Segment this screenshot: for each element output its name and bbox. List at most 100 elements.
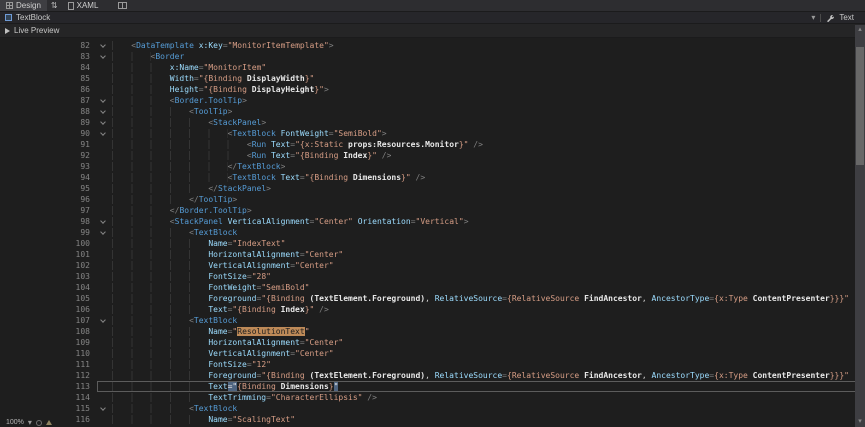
tab-xaml[interactable]: XAML xyxy=(62,0,105,11)
code-line[interactable]: 108 Name="ResolutionText" xyxy=(0,326,865,337)
document-health-icon[interactable] xyxy=(36,420,42,426)
code-line[interactable]: 109 HorizontalAlignment="Center" xyxy=(0,337,865,348)
line-body[interactable]: <ToolTip> xyxy=(97,106,865,117)
code-line[interactable]: 95 </StackPanel> xyxy=(0,183,865,194)
code-line[interactable]: 100 Name="IndexText" xyxy=(0,238,865,249)
line-number[interactable]: 113 xyxy=(0,381,97,392)
line-body[interactable]: </StackPanel> xyxy=(97,183,865,194)
split-view-button[interactable] xyxy=(114,0,131,11)
line-body[interactable]: HorizontalAlignment="Center" xyxy=(97,249,865,260)
line-body[interactable]: <Border.ToolTip> xyxy=(97,95,865,106)
chevron-down-icon[interactable]: ▾ xyxy=(811,14,815,22)
line-body[interactable]: <TextBlock xyxy=(97,227,865,238)
line-number[interactable]: 88 xyxy=(0,106,97,117)
line-number[interactable]: 109 xyxy=(0,337,97,348)
line-body[interactable]: <Run Text="{Binding Index}" /> xyxy=(97,150,865,161)
code-line[interactable]: 94 <TextBlock Text="{Binding Dimensions}… xyxy=(0,172,865,183)
live-preview-button[interactable]: Live Preview xyxy=(5,26,59,35)
code-line[interactable]: 106 Text="{Binding Index}" /> xyxy=(0,304,865,315)
line-number[interactable]: 101 xyxy=(0,249,97,260)
code-line[interactable]: 116 Name="ScalingText" xyxy=(0,414,865,425)
fold-collapse-icon[interactable] xyxy=(97,216,112,227)
line-body[interactable]: HorizontalAlignment="Center" xyxy=(97,337,865,348)
code-line[interactable]: 96 </ToolTip> xyxy=(0,194,865,205)
line-body[interactable]: FontWeight="SemiBold" xyxy=(97,282,865,293)
code-line[interactable]: 105 Foreground="{Binding (TextElement.Fo… xyxy=(0,293,865,304)
line-number[interactable]: 115 xyxy=(0,403,97,414)
code-line[interactable]: 112 Foreground="{Binding (TextElement.Fo… xyxy=(0,370,865,381)
line-number[interactable]: 85 xyxy=(0,73,97,84)
swap-panes-button[interactable]: ⇅ xyxy=(47,0,62,11)
scroll-up-icon[interactable]: ▴ xyxy=(855,25,865,35)
line-number[interactable]: 97 xyxy=(0,205,97,216)
line-body[interactable]: Name="IndexText" xyxy=(97,238,865,249)
fold-collapse-icon[interactable] xyxy=(97,95,112,106)
line-number[interactable]: 82 xyxy=(0,40,97,51)
code-line[interactable]: 98 <StackPanel VerticalAlignment="Center… xyxy=(0,216,865,227)
line-body[interactable]: VerticalAlignment="Center" xyxy=(97,348,865,359)
line-number[interactable]: 104 xyxy=(0,282,97,293)
vertical-scrollbar[interactable]: ▴ ▾ xyxy=(855,25,865,427)
line-body[interactable]: </TextBlock> xyxy=(97,161,865,172)
line-number[interactable]: 93 xyxy=(0,161,97,172)
line-body[interactable]: FontSize="28" xyxy=(97,271,865,282)
fold-collapse-icon[interactable] xyxy=(97,40,112,51)
line-number[interactable]: 112 xyxy=(0,370,97,381)
line-number[interactable]: 99 xyxy=(0,227,97,238)
line-body[interactable]: Height="{Binding DisplayHeight}"> xyxy=(97,84,865,95)
line-body[interactable]: <StackPanel> xyxy=(97,117,865,128)
line-body[interactable]: Name="ResolutionText" xyxy=(97,326,865,337)
code-line[interactable]: 110 VerticalAlignment="Center" xyxy=(0,348,865,359)
line-number[interactable]: 107 xyxy=(0,315,97,326)
code-line[interactable]: 87 <Border.ToolTip> xyxy=(0,95,865,106)
line-number[interactable]: 103 xyxy=(0,271,97,282)
code-line[interactable]: 101 HorizontalAlignment="Center" xyxy=(0,249,865,260)
line-body[interactable]: Name="ScalingText" xyxy=(97,414,865,425)
line-number[interactable]: 90 xyxy=(0,128,97,139)
line-body[interactable]: <Border xyxy=(97,51,865,62)
code-line[interactable]: 85 Width="{Binding DisplayWidth}" xyxy=(0,73,865,84)
line-number[interactable]: 92 xyxy=(0,150,97,161)
line-body[interactable]: TextTrimming="CharacterEllipsis" /> xyxy=(97,392,865,403)
fold-collapse-icon[interactable] xyxy=(97,117,112,128)
line-body[interactable]: Foreground="{Binding (TextElement.Foregr… xyxy=(97,370,865,381)
code-line[interactable]: 97 </Border.ToolTip> xyxy=(0,205,865,216)
code-line[interactable]: 102 VerticalAlignment="Center" xyxy=(0,260,865,271)
code-line[interactable]: 115 <TextBlock xyxy=(0,403,865,414)
line-body[interactable]: Text="{Binding Index}" /> xyxy=(97,304,865,315)
line-number[interactable]: 83 xyxy=(0,51,97,62)
fold-collapse-icon[interactable] xyxy=(97,106,112,117)
line-body[interactable]: x:Name="MonitorItem" xyxy=(97,62,865,73)
line-number[interactable]: 91 xyxy=(0,139,97,150)
line-number[interactable]: 100 xyxy=(0,238,97,249)
code-line[interactable]: 90 <TextBlock FontWeight="SemiBold"> xyxy=(0,128,865,139)
breadcrumb-property[interactable]: Text xyxy=(839,13,854,22)
scrollbar-thumb[interactable] xyxy=(856,47,864,165)
line-body[interactable]: Foreground="{Binding (TextElement.Foregr… xyxy=(97,293,865,304)
line-number[interactable]: 108 xyxy=(0,326,97,337)
code-line[interactable]: 107 <TextBlock xyxy=(0,315,865,326)
code-line[interactable]: 89 <StackPanel> xyxy=(0,117,865,128)
line-number[interactable]: 111 xyxy=(0,359,97,370)
code-line[interactable]: 82 <DataTemplate x:Key="MonitorItemTempl… xyxy=(0,40,865,51)
line-body[interactable]: <Run Text="{x:Static props:Resources.Mon… xyxy=(97,139,865,150)
line-body[interactable]: <TextBlock xyxy=(97,315,865,326)
line-body[interactable]: Width="{Binding DisplayWidth}" xyxy=(97,73,865,84)
line-number[interactable]: 106 xyxy=(0,304,97,315)
scroll-down-icon[interactable]: ▾ xyxy=(855,417,865,427)
code-line[interactable]: 111 FontSize="12" xyxy=(0,359,865,370)
line-number[interactable]: 86 xyxy=(0,84,97,95)
fold-collapse-icon[interactable] xyxy=(97,128,112,139)
line-number[interactable]: 89 xyxy=(0,117,97,128)
code-line[interactable]: 83 <Border xyxy=(0,51,865,62)
line-body[interactable]: </Border.ToolTip> xyxy=(97,205,865,216)
line-number[interactable]: 98 xyxy=(0,216,97,227)
code-line[interactable]: 86 Height="{Binding DisplayHeight}"> xyxy=(0,84,865,95)
line-body[interactable]: <StackPanel VerticalAlignment="Center" O… xyxy=(97,216,865,227)
line-number[interactable]: 110 xyxy=(0,348,97,359)
code-line[interactable]: 113 Text="{Binding Dimensions}" xyxy=(0,381,865,392)
line-body[interactable]: <TextBlock FontWeight="SemiBold"> xyxy=(97,128,865,139)
code-line[interactable]: 93 </TextBlock> xyxy=(0,161,865,172)
line-number[interactable]: 102 xyxy=(0,260,97,271)
line-number[interactable]: 105 xyxy=(0,293,97,304)
